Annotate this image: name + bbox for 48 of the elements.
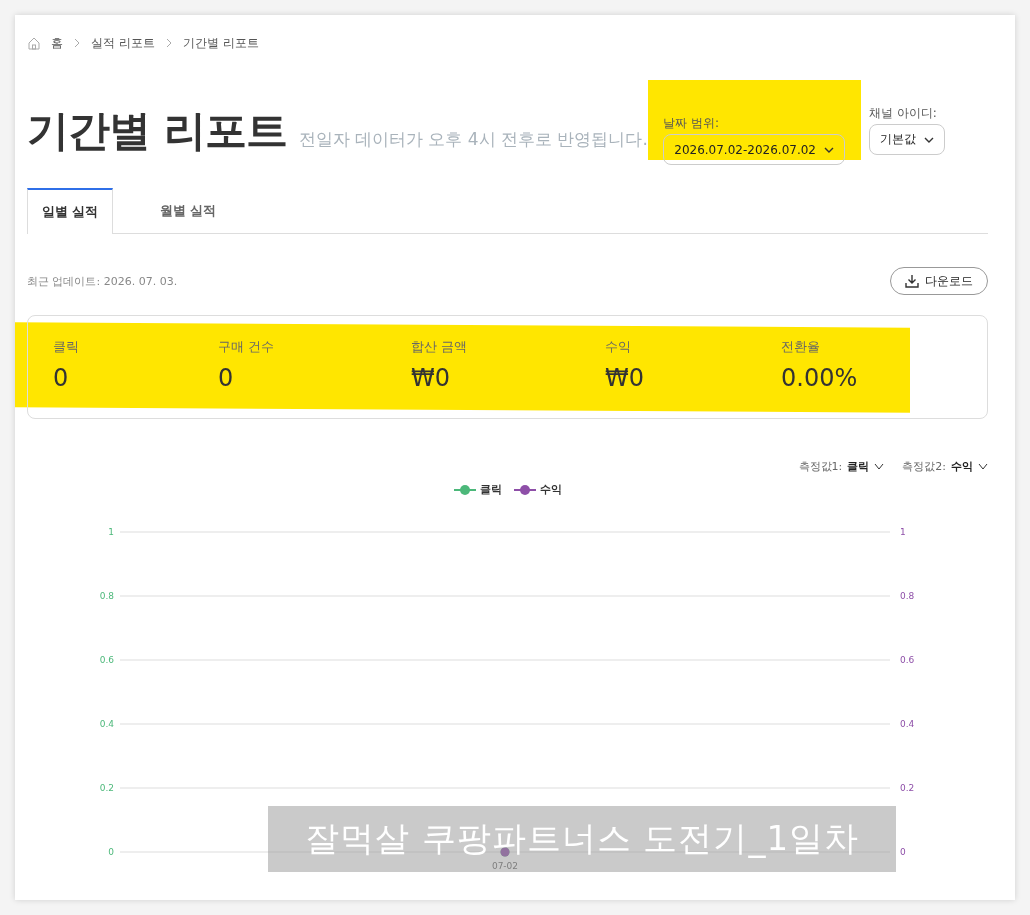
legend-label: 클릭	[479, 482, 502, 497]
metric-selector[interactable]: 측정값1: 클릭	[798, 459, 885, 474]
axis-label: 0	[900, 847, 906, 857]
stat-label: 구매 건수	[218, 338, 276, 356]
axis-label: 0.8	[99, 591, 114, 601]
stat-label: 합산 금액	[411, 338, 469, 356]
axis-label: 0.2	[900, 783, 915, 793]
axis-label: 0.2	[99, 783, 114, 793]
breadcrumb-link[interactable]: 홈	[51, 34, 63, 52]
stat-value: ₩0	[605, 364, 645, 392]
axis-label: 1	[108, 527, 114, 537]
breadcrumb-link[interactable]: 실적 리포트	[91, 34, 155, 52]
axis-label: 0	[108, 847, 114, 857]
stat-value: 0	[53, 364, 70, 392]
caret-icon	[924, 135, 934, 144]
subtitle: 전일자 데이터가 오후 4시 전후로 반영됩니다.	[298, 128, 648, 151]
breadcrumb-link[interactable]: 기간별 리포트	[182, 34, 259, 52]
axis-label: 0.4	[900, 719, 915, 729]
axis-label: 0.6	[900, 655, 915, 665]
download-icon	[905, 274, 919, 288]
legend-label: 수익	[539, 482, 562, 497]
tab[interactable]: 월별 실적	[113, 188, 263, 233]
dropdown[interactable]: 기본값	[869, 124, 945, 155]
chevron-icon	[73, 38, 81, 48]
axis-label: 1	[900, 527, 906, 537]
filter-label: 채널 아이디:	[869, 105, 938, 122]
stat-value: ₩0	[411, 364, 451, 392]
axis-label: 0.6	[99, 655, 114, 665]
stat-label: 전환율	[781, 338, 821, 356]
axis-label: 07-02	[491, 861, 519, 871]
update-date: 최근 업데이트: 2026. 07. 03.	[27, 273, 178, 289]
page-title: 기간별 리포트	[27, 105, 287, 157]
tab[interactable]: 일별 실적	[27, 188, 113, 234]
axis-label: 0.8	[900, 591, 915, 601]
download-button[interactable]: 다운로드	[890, 267, 988, 295]
axis-label: 0.4	[99, 719, 114, 729]
legend-marker-icon	[513, 483, 536, 496]
caret-icon	[978, 462, 988, 471]
stat-value: 0	[218, 364, 235, 392]
caret-icon	[874, 462, 885, 471]
stat-value: 0.00%	[781, 364, 859, 392]
legend-marker-icon	[453, 483, 476, 496]
metric-selector[interactable]: 측정값2: 수익	[902, 459, 988, 474]
home-icon[interactable]	[27, 36, 41, 50]
stat-label: 수익	[605, 338, 632, 356]
chevron-icon	[164, 38, 173, 48]
stat-label: 클릭	[53, 338, 80, 356]
filter-label: 날짜 범위:	[663, 115, 721, 132]
